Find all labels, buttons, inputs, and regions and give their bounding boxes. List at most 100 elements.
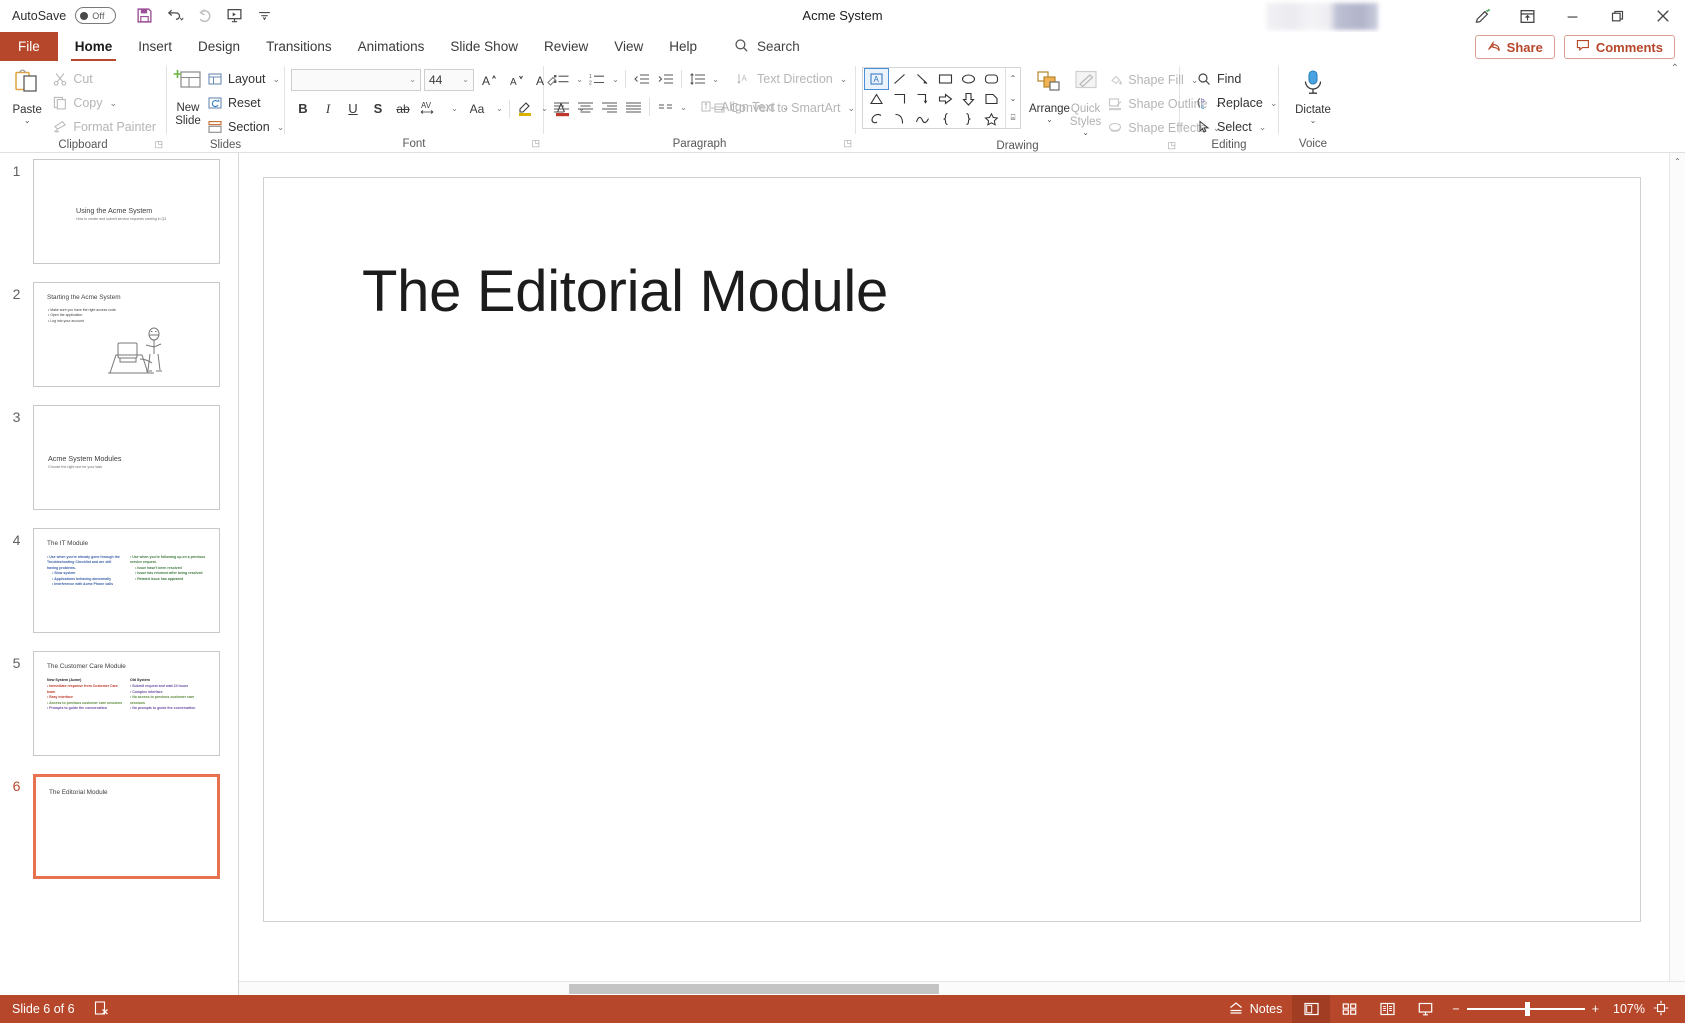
normal-view-button[interactable] (1292, 995, 1331, 1023)
shape-arrow-icon[interactable] (911, 69, 934, 89)
shape-oval-icon[interactable] (957, 69, 980, 89)
decrease-indent-button[interactable] (630, 68, 653, 90)
numbering-button[interactable]: 12 (586, 68, 609, 90)
find-button[interactable]: Find (1192, 68, 1281, 90)
tab-review[interactable]: Review (531, 32, 601, 61)
gallery-scroll-up-icon[interactable]: ⌃ (1006, 69, 1020, 88)
start-slideshow-icon[interactable] (220, 3, 248, 29)
shape-pentagon-icon[interactable] (980, 89, 1003, 109)
justify-button[interactable] (622, 96, 645, 118)
replace-button[interactable]: bc Replace ⌄ (1192, 92, 1281, 114)
increase-indent-button[interactable] (654, 68, 677, 90)
shape-elbow-arrow-icon[interactable] (911, 89, 934, 109)
underline-button[interactable]: U (341, 97, 365, 120)
decrease-font-size-button[interactable]: A (504, 68, 528, 91)
arrange-button[interactable]: Arrange ⌄ (1029, 67, 1070, 124)
redo-icon[interactable] (190, 3, 218, 29)
tab-file[interactable]: File (0, 32, 58, 61)
strikethrough-button[interactable]: ab (391, 97, 415, 120)
zoom-level-label[interactable]: 107% (1607, 1002, 1651, 1016)
paste-button[interactable]: Paste ⌄ (6, 66, 48, 125)
drawing-dialog-launcher[interactable]: ◳ (1167, 138, 1176, 153)
tab-design[interactable]: Design (185, 32, 253, 61)
gallery-scroll-down-icon[interactable]: ⌄ (1006, 89, 1020, 108)
align-right-button[interactable] (598, 96, 621, 118)
zoom-in-button[interactable]: + (1592, 1002, 1599, 1016)
thumbnail-row-1[interactable]: 1 Using the Acme System How to create an… (0, 153, 238, 264)
shape-down-arrow-icon[interactable] (957, 89, 980, 109)
slide-thumbnail-6[interactable]: The Editorial Module (33, 774, 220, 879)
slide-editing-pane[interactable]: The Editorial Module ⌃ ⌄ (239, 153, 1685, 995)
tab-help[interactable]: Help (656, 32, 710, 61)
tab-home[interactable]: Home (62, 32, 126, 61)
tab-insert[interactable]: Insert (125, 32, 185, 61)
character-spacing-chevron-down-icon[interactable]: ⌄ (449, 104, 460, 113)
align-center-button[interactable] (574, 96, 597, 118)
shape-right-brace-icon[interactable] (957, 109, 980, 129)
close-icon[interactable] (1640, 0, 1685, 32)
shape-textbox-icon[interactable]: A (864, 68, 889, 90)
collapse-ribbon-icon[interactable]: ⌃ (1671, 63, 1679, 74)
zoom-slider[interactable]: − + (1444, 1002, 1607, 1016)
minimize-icon[interactable] (1550, 0, 1595, 32)
slide-counter[interactable]: Slide 6 of 6 (12, 1002, 75, 1016)
layout-chevron-down-icon[interactable]: ⌄ (273, 74, 281, 85)
slide-thumbnail-3[interactable]: Acme System Modules Choose the right one… (33, 405, 220, 510)
font-size-chevron-down-icon[interactable]: ⌄ (462, 75, 469, 84)
slideshow-view-button[interactable] (1406, 995, 1444, 1023)
shape-star-icon[interactable] (980, 109, 1003, 129)
section-chevron-down-icon[interactable]: ⌄ (277, 122, 285, 133)
slide-thumbnail-pane[interactable]: 1 Using the Acme System How to create an… (0, 153, 239, 995)
shape-elbow-connector-icon[interactable] (888, 89, 911, 109)
tab-animations[interactable]: Animations (345, 32, 438, 61)
slide-thumbnail-2[interactable]: Starting the Acme System Make sure you h… (33, 282, 220, 387)
font-name-input[interactable]: ⌄ (291, 68, 421, 91)
tab-view[interactable]: View (601, 32, 656, 61)
fit-to-window-icon[interactable] (1651, 1000, 1677, 1019)
slide-thumbnail-4[interactable]: The IT Module Use when you're already go… (33, 528, 220, 633)
thumbnail-row-2[interactable]: 2 Starting the Acme System Make sure you… (0, 264, 238, 387)
align-left-button[interactable] (550, 96, 573, 118)
undo-icon[interactable] (160, 3, 188, 29)
dictate-button[interactable]: Dictate ⌄ (1287, 66, 1339, 125)
numbering-chevron-down-icon[interactable]: ⌄ (610, 75, 621, 84)
italic-button[interactable]: I (316, 97, 340, 120)
slide-title-placeholder[interactable]: The Editorial Module (362, 258, 888, 325)
section-button[interactable]: Section ⌄ (203, 116, 288, 138)
character-spacing-button[interactable]: AV (416, 97, 448, 120)
shape-rounded-rectangle-icon[interactable] (980, 69, 1003, 89)
layout-button[interactable]: Layout ⌄ (203, 68, 288, 90)
bullets-button[interactable] (550, 68, 573, 90)
paragraph-dialog-launcher[interactable]: ◳ (843, 136, 852, 151)
pen-annotation-icon[interactable] (1460, 0, 1505, 32)
scroll-up-icon[interactable]: ⌃ (1670, 153, 1685, 169)
slide-canvas[interactable]: The Editorial Module (263, 177, 1641, 922)
autosave-toggle[interactable]: Off (75, 7, 117, 24)
arrange-chevron-down-icon[interactable]: ⌄ (1046, 116, 1053, 124)
shape-right-arrow-icon[interactable] (934, 89, 957, 109)
font-size-input[interactable]: 44 ⌄ (424, 68, 474, 91)
columns-button[interactable] (654, 96, 677, 118)
zoom-out-button[interactable]: − (1452, 1002, 1459, 1016)
thumbnail-row-6[interactable]: 6 The Editorial Module (0, 756, 238, 879)
save-icon[interactable] (130, 3, 158, 29)
shapes-gallery[interactable]: A ⌃ ⌄ ⌸ (862, 67, 1021, 129)
line-spacing-chevron-down-icon[interactable]: ⌄ (710, 75, 721, 84)
vertical-scrollbar[interactable]: ⌃ ⌄ (1669, 153, 1685, 995)
text-shadow-button[interactable]: S (366, 97, 390, 120)
select-chevron-down-icon[interactable]: ⌄ (1259, 122, 1267, 133)
slide-thumbnail-5[interactable]: The Customer Care Module New System (Acm… (33, 651, 220, 756)
shape-triangle-icon[interactable] (865, 89, 888, 109)
line-spacing-button[interactable] (686, 68, 709, 90)
slide-sorter-view-button[interactable] (1330, 995, 1368, 1023)
slide-thumbnail-1[interactable]: Using the Acme System How to create and … (33, 159, 220, 264)
clipboard-dialog-launcher[interactable]: ◳ (154, 137, 163, 152)
text-highlight-color-button[interactable] (514, 97, 538, 120)
thumbnail-row-5[interactable]: 5 The Customer Care Module New System (A… (0, 633, 238, 756)
replace-chevron-down-icon[interactable]: ⌄ (1270, 98, 1278, 109)
search-box[interactable]: Search (724, 32, 810, 61)
zoom-knob[interactable] (1524, 1002, 1530, 1016)
change-case-chevron-down-icon[interactable]: ⌄ (494, 104, 505, 113)
change-case-button[interactable]: Aa (461, 97, 493, 120)
columns-chevron-down-icon[interactable]: ⌄ (678, 103, 689, 112)
